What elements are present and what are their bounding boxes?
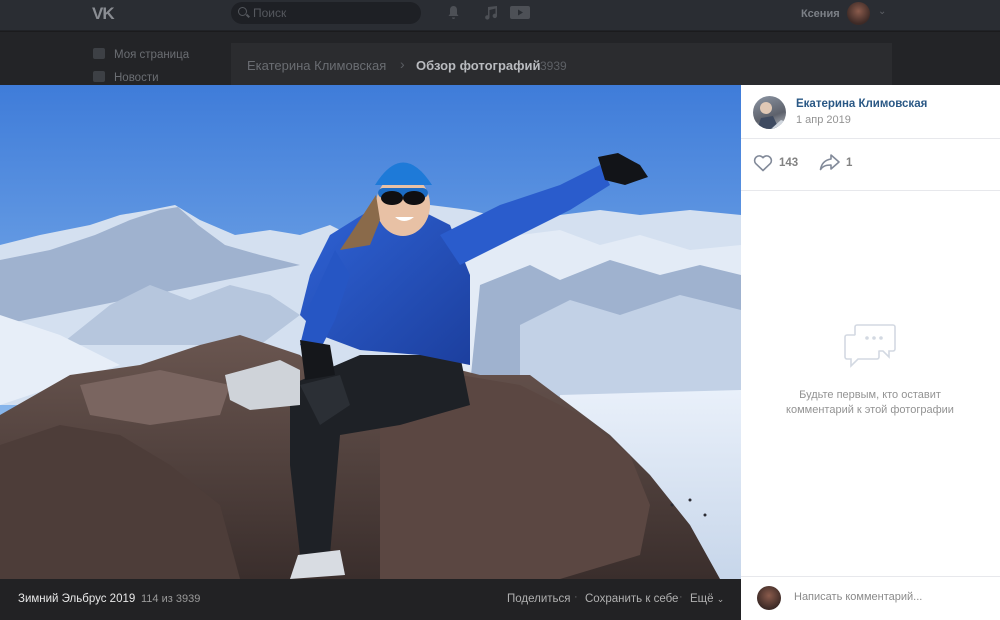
search-icon <box>238 7 247 16</box>
vk-logo[interactable]: VK <box>92 4 120 23</box>
post-date[interactable]: 1 апр 2019 <box>796 114 851 126</box>
photo-counter: 114 из 3939 <box>141 593 201 605</box>
separator-dot: · <box>679 591 683 603</box>
comment-input[interactable]: Написать комментарий... <box>794 585 984 611</box>
breadcrumb-current: Обзор фотографий <box>416 58 541 73</box>
share-icon <box>819 154 840 171</box>
photo-viewer-page: VK Поиск Ксения ⌄ Моя страница Новости Е… <box>0 0 1000 620</box>
search-placeholder: Поиск <box>253 6 287 20</box>
more-label: Ещё <box>690 593 714 605</box>
chevron-down-icon[interactable]: ⌄ <box>878 6 886 17</box>
user-avatar[interactable] <box>847 2 870 25</box>
news-icon <box>93 71 105 82</box>
search-input[interactable]: Поиск <box>231 2 421 24</box>
heart-icon <box>753 155 773 172</box>
divider <box>741 576 1000 577</box>
top-bar: VK Поиск Ксения ⌄ <box>0 0 1000 31</box>
divider <box>741 138 1000 139</box>
breadcrumb-author[interactable]: Екатерина Климовская <box>247 58 386 73</box>
more-button[interactable]: Ещё ⌄ <box>690 593 724 605</box>
sidebar-item-my-page[interactable]: Моя страница <box>93 48 189 61</box>
empty-comments-text: Будьте первым, кто оставит комментарий к… <box>786 389 954 416</box>
separator-dot: · <box>574 591 578 603</box>
my-avatar <box>757 586 781 610</box>
likes-count[interactable]: 143 <box>779 157 798 169</box>
bell-icon[interactable] <box>447 5 460 24</box>
save-button[interactable]: Сохранить к себе <box>585 593 678 605</box>
like-button[interactable] <box>753 154 773 177</box>
photo-count: 3939 <box>540 59 567 73</box>
chevron-down-icon: ⌄ <box>716 594 725 604</box>
sidebar-item-news[interactable]: Новости <box>93 71 159 84</box>
share-button[interactable]: Поделиться <box>507 593 571 605</box>
album-title[interactable]: Зимний Эльбрус 2019 <box>18 593 135 605</box>
author-name[interactable]: Екатерина Климовская <box>796 98 927 110</box>
shares-count[interactable]: 1 <box>846 157 852 169</box>
video-icon[interactable] <box>510 5 530 24</box>
comments-icon <box>843 323 897 374</box>
music-icon[interactable] <box>484 5 497 24</box>
sidebar-item-label: Новости <box>114 72 159 84</box>
photo-image[interactable] <box>0 85 741 579</box>
author-avatar[interactable] <box>753 96 786 129</box>
home-icon <box>93 48 105 59</box>
divider <box>741 190 1000 191</box>
chevron-right-icon: › <box>400 56 405 72</box>
share-post-button[interactable] <box>819 153 841 176</box>
sidebar-item-label: Моя страница <box>114 49 190 61</box>
user-name[interactable]: Ксения <box>801 8 840 20</box>
